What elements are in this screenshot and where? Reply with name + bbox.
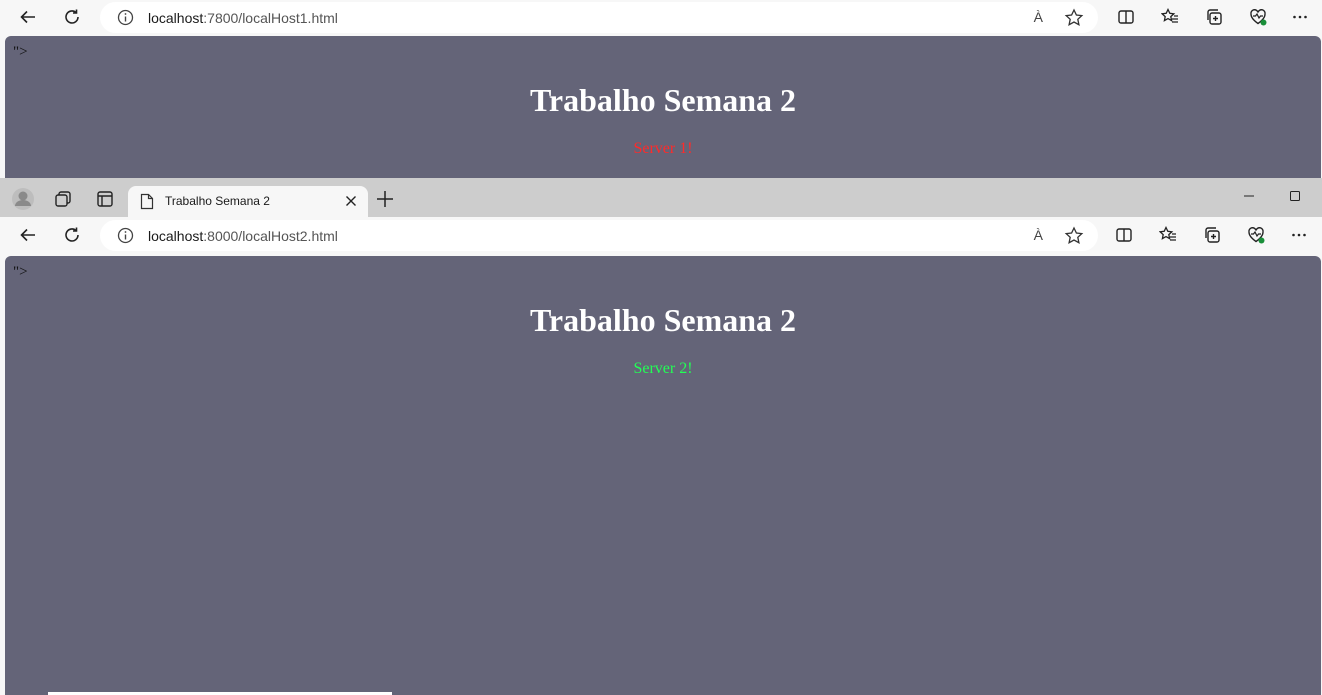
back-icon — [20, 10, 35, 24]
toolbar: localhost:7800/localHost1.html À — [0, 0, 1322, 36]
close-icon[interactable] — [342, 192, 360, 210]
minimize-icon — [1244, 195, 1254, 197]
server-label: Server 1! — [633, 140, 693, 157]
page-icon — [140, 193, 154, 210]
tab-active[interactable]: Trabalho Semana 2 — [128, 186, 368, 217]
refresh-icon — [65, 227, 79, 242]
server-label: Server 2! — [633, 360, 693, 377]
more-button[interactable] — [1284, 1, 1316, 33]
refresh-button[interactable] — [56, 1, 88, 33]
favorite-star-icon[interactable] — [1064, 226, 1084, 246]
browser-essentials-button[interactable] — [1242, 1, 1274, 33]
workspaces-icon[interactable] — [50, 186, 76, 212]
info-icon[interactable] — [116, 226, 135, 245]
page-heading: Trabalho Semana 2 — [529, 302, 797, 338]
split-screen-button[interactable] — [1108, 219, 1140, 251]
maximize-button[interactable] — [1280, 182, 1310, 210]
collections-button[interactable] — [1196, 219, 1228, 251]
page-content: "> Trabalho Semana 2 Server 2! — [5, 256, 1321, 695]
favorite-star-icon[interactable] — [1064, 8, 1084, 28]
refresh-button[interactable] — [56, 219, 88, 251]
favorites-button[interactable] — [1154, 1, 1186, 33]
tab-title: Trabalho Semana 2 — [165, 194, 270, 208]
page-content: "> Trabalho Semana 2 Server 1! — [5, 36, 1321, 178]
favorites-button[interactable] — [1152, 219, 1184, 251]
browser-essentials-icon — [1250, 9, 1267, 26]
profile-icon[interactable] — [10, 186, 36, 212]
back-button[interactable] — [12, 1, 44, 33]
more-icon — [1292, 233, 1306, 237]
favorites-icon — [1161, 8, 1178, 23]
collections-button[interactable] — [1198, 1, 1230, 33]
collections-icon — [1207, 9, 1222, 25]
url-text: localhost:8000/localHost2.html — [148, 228, 338, 244]
maximize-icon — [1290, 191, 1300, 201]
more-button[interactable] — [1283, 219, 1315, 251]
new-tab-icon[interactable] — [372, 186, 398, 212]
more-icon — [1293, 15, 1307, 19]
split-screen-button[interactable] — [1110, 1, 1142, 33]
split-screen-icon — [1118, 10, 1134, 24]
back-icon — [20, 228, 35, 242]
browser-essentials-button[interactable] — [1240, 219, 1272, 251]
tab-strip: Trabalho Semana 2 — [0, 178, 1322, 217]
address-bar[interactable]: localhost:8000/localHost2.html À — [100, 220, 1098, 251]
stray-text: "> — [13, 44, 28, 60]
page-heading: Trabalho Semana 2 — [529, 82, 797, 118]
read-aloud-icon[interactable]: À — [1034, 227, 1043, 243]
info-icon[interactable] — [116, 8, 135, 27]
stray-text: "> — [13, 264, 28, 280]
address-bar[interactable]: localhost:7800/localHost1.html À — [100, 2, 1098, 33]
collections-icon — [1205, 227, 1220, 243]
url-text: localhost:7800/localHost1.html — [148, 10, 338, 26]
browser-essentials-icon — [1248, 227, 1265, 244]
favorites-icon — [1159, 226, 1176, 241]
minimize-button[interactable] — [1234, 182, 1264, 210]
tab-actions-icon[interactable] — [92, 186, 118, 212]
refresh-icon — [65, 9, 79, 24]
split-screen-icon — [1116, 228, 1132, 242]
read-aloud-icon[interactable]: À — [1034, 9, 1043, 25]
back-button[interactable] — [12, 219, 44, 251]
toolbar: localhost:8000/localHost2.html À — [0, 218, 1322, 254]
browser-window-2: Trabalho Semana 2 localhost:8000/localHo… — [0, 178, 1322, 695]
browser-window-1: localhost:7800/localHost1.html À "> Tra… — [0, 0, 1322, 178]
